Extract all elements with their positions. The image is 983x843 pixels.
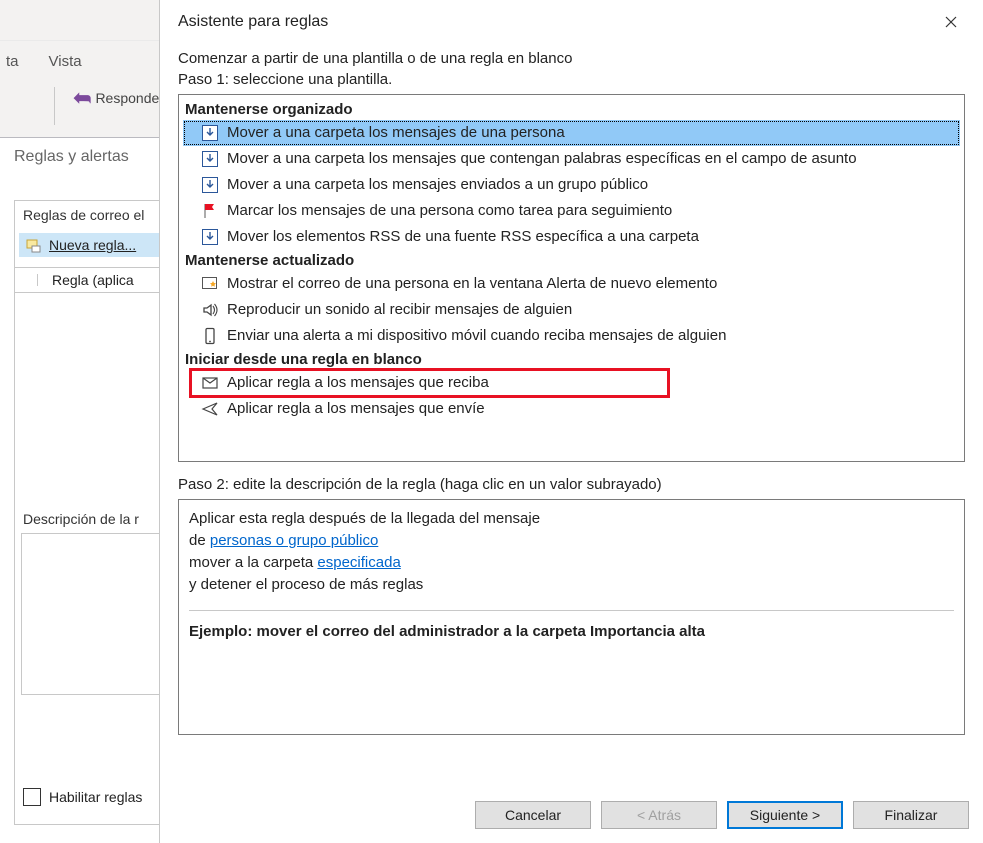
close-button[interactable] xyxy=(933,8,969,36)
rules-description-box xyxy=(21,533,169,695)
section-organized: Mantenerse organizado xyxy=(185,101,958,118)
close-icon xyxy=(945,16,957,28)
tab-ta[interactable]: ta xyxy=(6,53,19,70)
desc-link-folder[interactable]: especificada xyxy=(317,554,400,571)
checkbox-icon xyxy=(23,788,41,806)
template-mobile-alert[interactable]: Enviar una alerta a mi dispositivo móvil… xyxy=(183,323,960,349)
move-folder-icon xyxy=(201,150,219,168)
sound-icon xyxy=(201,301,219,319)
new-rule-icon xyxy=(25,236,43,254)
move-folder-icon xyxy=(201,228,219,246)
rules-panel-heading: Reglas de correo el xyxy=(23,207,157,223)
template-move-person[interactable]: Mover a una carpeta los mensajes de una … xyxy=(183,120,960,146)
desc-line2: de personas o grupo público xyxy=(189,530,954,552)
dialog-title: Asistente para reglas xyxy=(178,13,328,31)
rules-description-label: Descripción de la r xyxy=(23,511,139,527)
template-apply-receive[interactable]: Aplicar regla a los mensajes que reciba xyxy=(183,370,960,396)
mobile-icon xyxy=(201,327,219,345)
rules-panel: Reglas de correo el Nueva regla... Regla… xyxy=(14,200,166,825)
move-folder-icon xyxy=(201,176,219,194)
dialog-footer: Cancelar < Atrás Siguiente > Finalizar xyxy=(160,787,983,843)
step2-label: Paso 2: edite la descripción de la regla… xyxy=(178,476,965,493)
desc-line1: Aplicar esta regla después de la llegada… xyxy=(189,508,954,530)
section-blank: Iniciar desde una regla en blanco xyxy=(185,351,958,368)
rule-description-box: Aplicar esta regla después de la llegada… xyxy=(178,499,965,735)
separator xyxy=(189,610,954,611)
enable-rules-checkbox[interactable]: Habilitar reglas xyxy=(23,788,142,806)
back-button: < Atrás xyxy=(601,801,717,829)
desc-line4: y detener el proceso de más reglas xyxy=(189,574,954,596)
envelope-icon xyxy=(201,374,219,392)
flag-icon xyxy=(201,202,219,220)
cancel-button[interactable]: Cancelar xyxy=(475,801,591,829)
tab-vista[interactable]: Vista xyxy=(49,53,82,70)
next-button[interactable]: Siguiente > xyxy=(727,801,843,829)
template-flag-followup[interactable]: Marcar los mensajes de una persona como … xyxy=(183,198,960,224)
dialog-titlebar: Asistente para reglas xyxy=(160,0,983,42)
template-move-rss[interactable]: Mover los elementos RSS de una fuente RS… xyxy=(183,224,960,250)
move-folder-icon xyxy=(201,124,219,142)
reply-arrow-icon: ➦ xyxy=(73,87,91,109)
template-move-subject[interactable]: Mover a una carpeta los mensajes que con… xyxy=(183,146,960,172)
template-alert-window[interactable]: Mostrar el correo de una persona en la v… xyxy=(183,271,960,297)
template-apply-send[interactable]: Aplicar regla a los mensajes que envíe xyxy=(183,396,960,422)
new-rule-button[interactable]: Nueva regla... xyxy=(19,233,159,257)
template-move-group[interactable]: Mover a una carpeta los mensajes enviado… xyxy=(183,172,960,198)
desc-example: Ejemplo: mover el correo del administrad… xyxy=(189,621,954,643)
ribbon-responder[interactable]: ➦ Responde xyxy=(73,87,159,109)
rules-wizard-dialog: Asistente para reglas Comenzar a partir … xyxy=(159,0,983,843)
section-updated: Mantenerse actualizado xyxy=(185,252,958,269)
desc-line3: mover a la carpeta especificada xyxy=(189,552,954,574)
alert-star-icon xyxy=(201,275,219,293)
step1-label: Paso 1: seleccione una plantilla. xyxy=(178,71,965,88)
rules-table-header: Regla (aplica xyxy=(15,267,165,293)
template-play-sound[interactable]: Reproducir un sonido al recibir mensajes… xyxy=(183,297,960,323)
finish-button[interactable]: Finalizar xyxy=(853,801,969,829)
template-list: Mantenerse organizado Mover a una carpet… xyxy=(178,94,965,462)
intro-text: Comenzar a partir de una plantilla o de … xyxy=(178,50,965,67)
send-icon xyxy=(201,400,219,418)
desc-link-people[interactable]: personas o grupo público xyxy=(210,532,378,549)
